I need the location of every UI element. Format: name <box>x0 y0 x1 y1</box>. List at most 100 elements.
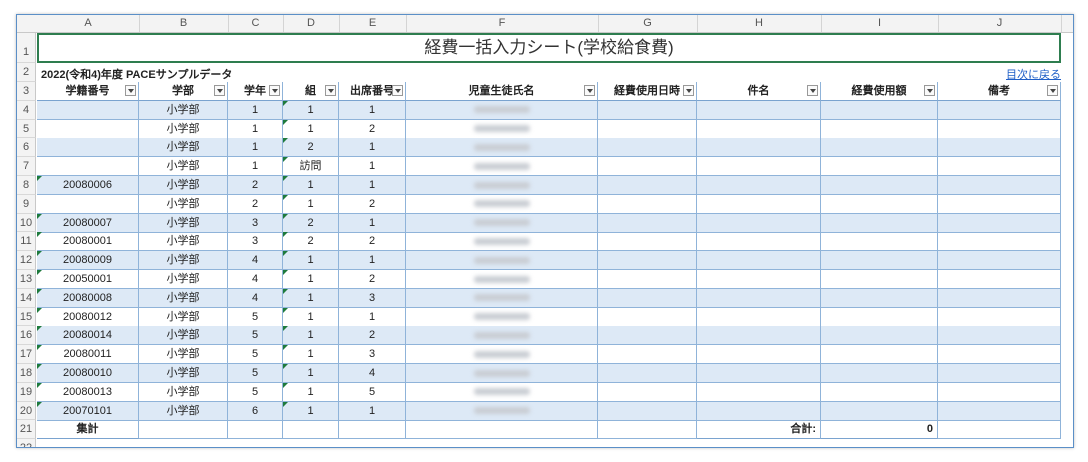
row-header-17[interactable]: 17 <box>17 345 36 364</box>
cell-class[interactable]: 1 <box>283 194 339 214</box>
cell-student-name-redacted[interactable] <box>406 176 598 195</box>
filter-dropdown-icon[interactable] <box>807 85 818 96</box>
cell-expense-date[interactable] <box>598 401 697 421</box>
cell-student-name-redacted[interactable] <box>406 251 598 271</box>
column-header-f[interactable]: F <box>406 15 599 32</box>
cell-expense-date[interactable] <box>598 288 697 308</box>
cell-expense-amount[interactable] <box>821 270 938 289</box>
row-header-16[interactable]: 16 <box>17 326 36 346</box>
cell-student-name-redacted[interactable] <box>406 364 598 383</box>
cell-class[interactable]: 1 <box>283 345 339 365</box>
cell-remarks[interactable] <box>938 176 1061 195</box>
cell-expense-date[interactable] <box>598 270 697 289</box>
cell-attendance-number[interactable]: 2 <box>339 194 406 214</box>
footer-cell[interactable] <box>139 420 228 440</box>
cell-department[interactable]: 小学部 <box>139 288 228 308</box>
cell-remarks[interactable] <box>938 157 1061 177</box>
cell-grade[interactable]: 5 <box>228 382 283 402</box>
cell-class[interactable]: 1 <box>283 288 339 308</box>
cell-department[interactable]: 小学部 <box>139 157 228 177</box>
cell-attendance-number[interactable]: 3 <box>339 288 406 308</box>
filter-dropdown-icon[interactable] <box>125 85 136 96</box>
cell-grade[interactable]: 5 <box>228 326 283 346</box>
cell-attendance-number[interactable]: 1 <box>339 138 406 158</box>
cell-remarks[interactable] <box>938 288 1061 308</box>
cell-subject[interactable] <box>697 270 821 289</box>
cell-attendance-number[interactable]: 2 <box>339 232 406 252</box>
filter-dropdown-icon[interactable] <box>1047 85 1058 96</box>
cell-subject[interactable] <box>697 364 821 383</box>
header-expense-date[interactable]: 経費使用日時 <box>598 82 697 101</box>
row-header-22[interactable]: 22 <box>17 439 36 447</box>
cell-attendance-number[interactable]: 5 <box>339 382 406 402</box>
row-header-20[interactable]: 20 <box>17 401 36 421</box>
cell-department[interactable]: 小学部 <box>139 194 228 214</box>
cell-expense-amount[interactable] <box>821 194 938 214</box>
column-header-g[interactable]: G <box>598 15 698 32</box>
cell-student-id[interactable] <box>37 138 139 158</box>
cell-expense-amount[interactable] <box>821 213 938 233</box>
cell-attendance-number[interactable]: 2 <box>339 270 406 289</box>
cell-expense-date[interactable] <box>598 364 697 383</box>
cell-expense-amount[interactable] <box>821 232 938 252</box>
cell-attendance-number[interactable]: 2 <box>339 326 406 346</box>
footer-cell[interactable] <box>339 420 406 440</box>
header-expense-amount[interactable]: 経費使用額 <box>821 82 938 101</box>
cell-grade[interactable]: 1 <box>228 100 283 120</box>
footer-cell[interactable] <box>938 420 1061 440</box>
cell-student-name-redacted[interactable] <box>406 119 598 139</box>
column-header-j[interactable]: J <box>938 15 1062 32</box>
cell-department[interactable]: 小学部 <box>139 176 228 195</box>
column-header-d[interactable]: D <box>283 15 340 32</box>
cell-department[interactable]: 小学部 <box>139 382 228 402</box>
toc-link[interactable]: 目次に戻る <box>1006 66 1061 82</box>
cell-department[interactable]: 小学部 <box>139 364 228 383</box>
filter-dropdown-icon[interactable] <box>683 85 694 96</box>
cell-expense-amount[interactable] <box>821 157 938 177</box>
filter-dropdown-icon[interactable] <box>392 85 403 96</box>
row-header-13[interactable]: 13 <box>17 270 36 289</box>
sheet-title[interactable]: 経費一括入力シート(学校給食費) <box>37 33 1061 63</box>
cell-department[interactable]: 小学部 <box>139 307 228 327</box>
cell-expense-amount[interactable] <box>821 138 938 158</box>
header-subject[interactable]: 件名 <box>697 82 821 101</box>
cell-attendance-number[interactable]: 1 <box>339 307 406 327</box>
cell-expense-amount[interactable] <box>821 326 938 346</box>
cell-remarks[interactable] <box>938 345 1061 365</box>
cell-student-name-redacted[interactable] <box>406 232 598 252</box>
row-header-15[interactable]: 15 <box>17 307 36 327</box>
cell-attendance-number[interactable]: 1 <box>339 213 406 233</box>
cell-expense-amount[interactable] <box>821 288 938 308</box>
cell-grade[interactable]: 5 <box>228 364 283 383</box>
row-header-10[interactable]: 10 <box>17 213 36 233</box>
column-header-i[interactable]: I <box>821 15 939 32</box>
header-department[interactable]: 学部 <box>139 82 228 101</box>
cell-expense-amount[interactable] <box>821 345 938 365</box>
row-header-1[interactable]: 1 <box>17 33 36 63</box>
cell-student-id[interactable] <box>37 100 139 120</box>
cell-expense-date[interactable] <box>598 100 697 120</box>
row-header-19[interactable]: 19 <box>17 382 36 402</box>
filter-dropdown-icon[interactable] <box>325 85 336 96</box>
column-header-e[interactable]: E <box>339 15 407 32</box>
cell-attendance-number[interactable]: 1 <box>339 401 406 421</box>
cell-subject[interactable] <box>697 288 821 308</box>
cell-expense-date[interactable] <box>598 382 697 402</box>
cell-class[interactable]: 2 <box>283 138 339 158</box>
row-header-12[interactable]: 12 <box>17 251 36 270</box>
header-student-name[interactable]: 児童生徒氏名 <box>406 82 598 101</box>
cell-class[interactable]: 1 <box>283 176 339 195</box>
row-header-11[interactable]: 11 <box>17 232 36 252</box>
cell-subject[interactable] <box>697 138 821 158</box>
cell-class[interactable]: 1 <box>283 382 339 402</box>
cell-student-name-redacted[interactable] <box>406 213 598 233</box>
cell-student-id[interactable] <box>37 119 139 139</box>
cell-subject[interactable] <box>697 401 821 421</box>
cell-class[interactable]: 訪問 <box>283 157 339 177</box>
cell-expense-amount[interactable] <box>821 119 938 139</box>
cell-grade[interactable]: 1 <box>228 138 283 158</box>
cell-subject[interactable] <box>697 382 821 402</box>
cell-grade[interactable]: 2 <box>228 194 283 214</box>
cell-student-name-redacted[interactable] <box>406 326 598 346</box>
cell-student-name-redacted[interactable] <box>406 194 598 214</box>
